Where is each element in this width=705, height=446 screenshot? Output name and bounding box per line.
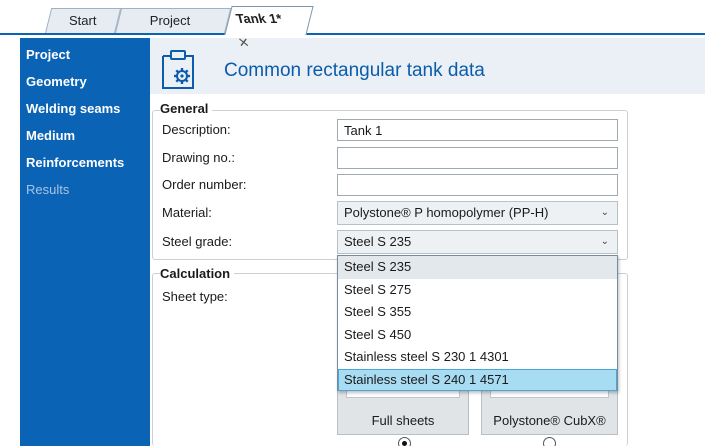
dropdown-option-steel-s275[interactable]: Steel S 275 — [338, 279, 617, 302]
material-select-value: Polystone® P homopolymer (PP-H) — [344, 205, 549, 220]
dropdown-option-steel-s450[interactable]: Steel S 450 — [338, 324, 617, 347]
sidebar-item-medium[interactable]: Medium — [20, 126, 150, 153]
page-header: Common rectangular tank data — [150, 38, 705, 94]
order-number-label: Order number: — [162, 177, 247, 192]
tab-start[interactable]: Start — [44, 8, 122, 34]
steel-grade-select[interactable]: Steel S 235 ⌄ — [337, 230, 618, 254]
full-sheets-radio[interactable] — [398, 437, 411, 446]
tab-underline — [0, 33, 705, 35]
cubx-label: Polystone® CubX® — [493, 413, 606, 428]
sidebar-item-geometry[interactable]: Geometry — [20, 72, 150, 99]
sidebar-item-project[interactable]: Project — [20, 45, 150, 72]
dropdown-option-steel-s355[interactable]: Steel S 355 — [338, 301, 617, 324]
description-label: Description: — [162, 122, 231, 137]
clipboard-gear-icon — [162, 50, 194, 89]
drawing-no-input[interactable] — [337, 147, 618, 169]
general-group-title: General — [160, 101, 213, 116]
tab-tank-1[interactable]: Tank 1* ✕ — [224, 6, 314, 50]
dropdown-option-stainless-4301[interactable]: Stainless steel S 230 1 4301 — [338, 346, 617, 369]
sheet-type-label: Sheet type: — [162, 289, 228, 304]
description-input[interactable] — [337, 119, 618, 141]
tab-project-manager[interactable]: Project manager — [114, 8, 232, 52]
tab-start-label: Start — [69, 13, 97, 28]
dropdown-option-stainless-4571[interactable]: Stainless steel S 240 1 4571 — [338, 368, 617, 391]
sidebar-item-reinforcements[interactable]: Reinforcements — [20, 153, 150, 180]
tab-tank-1-label: Tank 1* — [234, 11, 284, 26]
cubx-radio[interactable] — [543, 437, 556, 446]
close-icon[interactable]: ✕ — [235, 31, 252, 55]
material-label: Material: — [162, 205, 212, 220]
steel-grade-select-value: Steel S 235 — [344, 234, 412, 249]
dropdown-option-steel-s235[interactable]: Steel S 235 — [338, 256, 617, 279]
sidebar-item-results: Results — [26, 182, 70, 197]
sidebar: Project Geometry Welding seams Medium Re… — [20, 38, 150, 446]
order-number-input[interactable] — [337, 174, 618, 196]
material-select[interactable]: Polystone® P homopolymer (PP-H) ⌄ — [337, 201, 618, 225]
tab-bar: Start Project manager Tank 1* ✕ — [0, 0, 705, 52]
chevron-down-icon: ⌄ — [600, 236, 609, 247]
steel-grade-label: Steel grade: — [162, 234, 233, 249]
steel-grade-dropdown: Steel S 235 Steel S 275 Steel S 355 Stee… — [337, 255, 618, 391]
chevron-down-icon: ⌄ — [600, 207, 609, 218]
sidebar-item-welding-seams[interactable]: Welding seams — [20, 99, 150, 126]
calculation-group-title: Calculation — [160, 266, 235, 281]
drawing-no-label: Drawing no.: — [162, 150, 235, 165]
page-title: Common rectangular tank data — [224, 60, 485, 81]
full-sheets-label: Full sheets — [371, 413, 435, 428]
